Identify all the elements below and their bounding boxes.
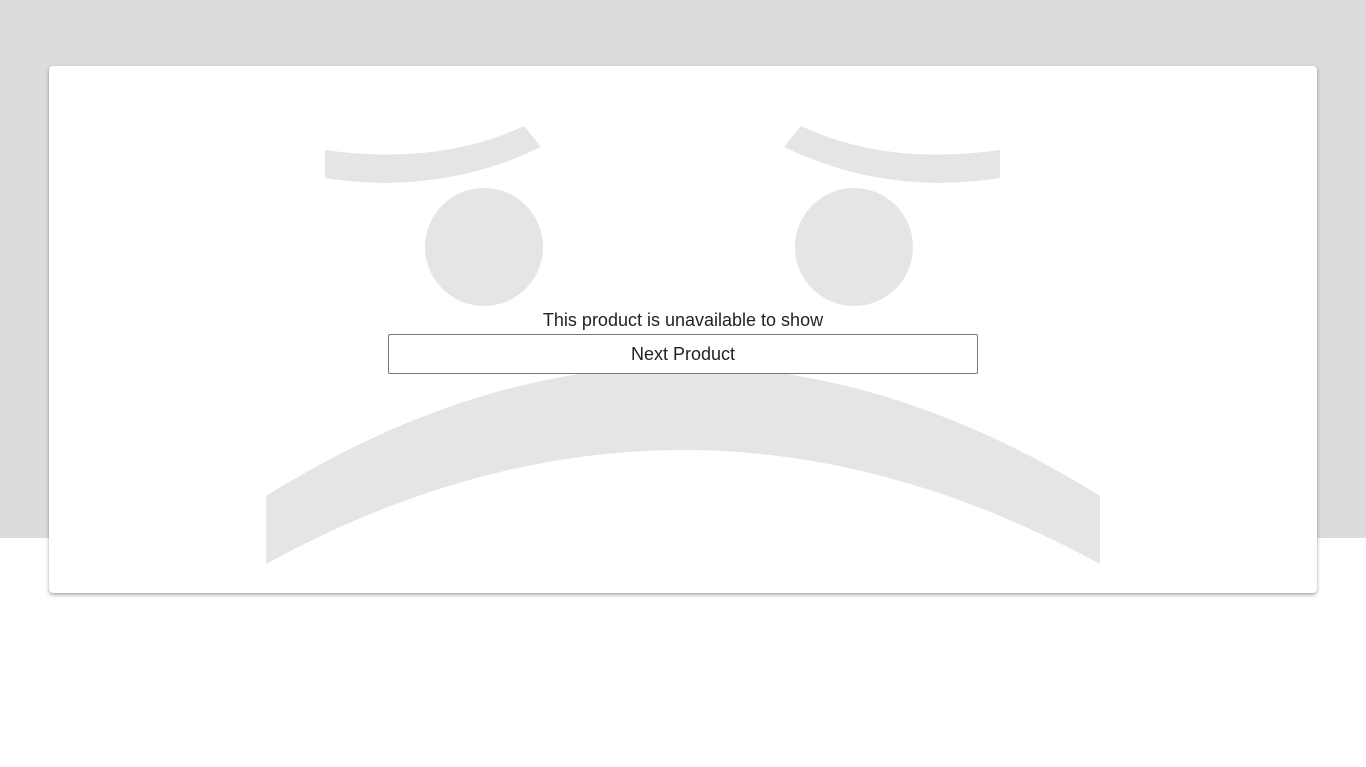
left-eyebrow: [325, 126, 541, 183]
right-eye: [795, 188, 913, 306]
right-eyebrow: [784, 126, 1000, 183]
product-card: This product is unavailable to show Next…: [49, 66, 1317, 593]
next-product-button[interactable]: Next Product: [388, 334, 978, 374]
unavailable-message: This product is unavailable to show: [542, 310, 824, 330]
left-eye: [425, 188, 543, 306]
mouth: [266, 366, 1100, 564]
